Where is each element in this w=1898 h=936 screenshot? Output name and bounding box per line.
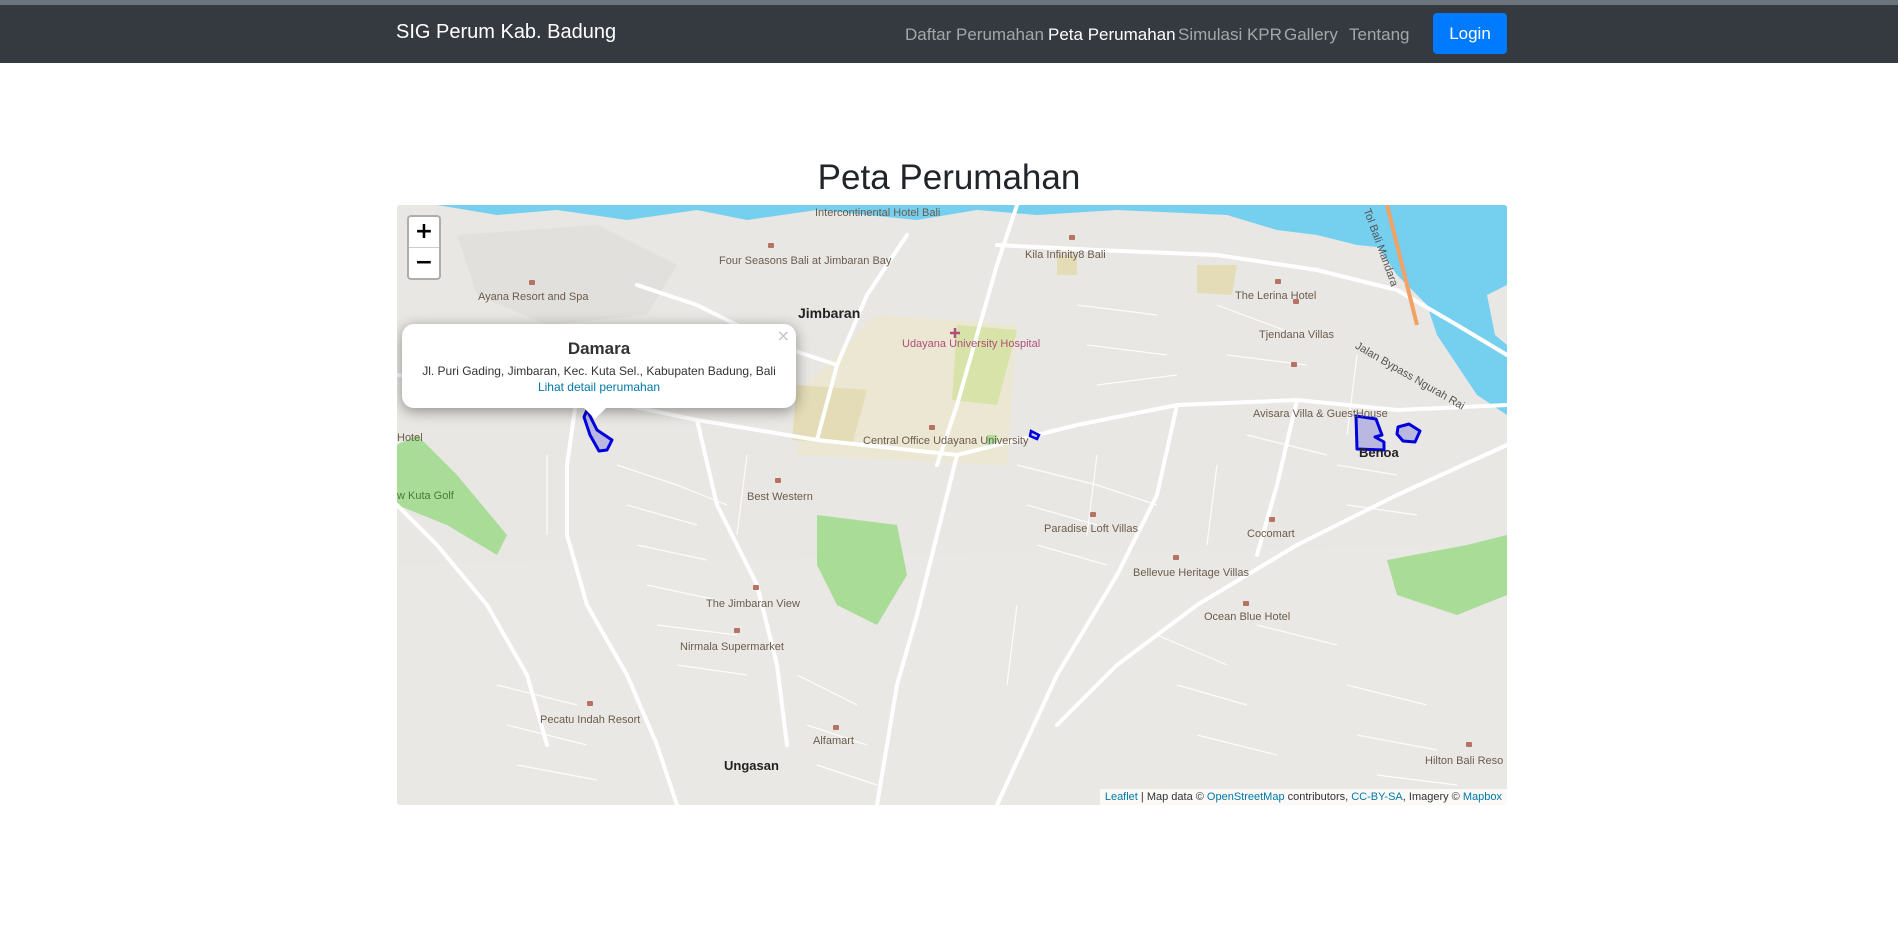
map-label: Paradise Loft Villas [1044,523,1138,535]
map-label: Best Western [747,491,813,503]
map-label: Hilton Bali Reso [1425,755,1504,767]
hotel-marker [768,243,774,248]
license-link[interactable]: CC-BY-SA [1351,791,1403,803]
zoom-out-button[interactable]: − [409,248,439,278]
map-label-park: w Kuta Golf [397,490,454,502]
hotel-marker [753,585,759,590]
map-label: Central Office Udayana University [863,435,1029,447]
hotel-marker [1466,742,1472,747]
map-label: The Lerina Hotel [1235,290,1317,302]
hotel-marker [1090,512,1096,517]
popup-tip [583,407,607,419]
shop-marker [1269,517,1275,522]
nav-tentang[interactable]: Tentang [1349,25,1410,45]
map-label: Kila Infinity8 Bali [1025,249,1106,261]
map-label: Bellevue Heritage Villas [1133,567,1249,579]
nav-gallery[interactable]: Gallery [1284,25,1338,45]
map-label: Alfamart [813,735,854,747]
map-label: Nirmala Supermarket [680,641,784,653]
map-label: Intercontinental Hotel Bali [815,207,941,219]
leaflet-link[interactable]: Leaflet [1105,791,1138,803]
nav-peta-perumahan[interactable]: Peta Perumahan [1048,25,1176,45]
attribution-text: contributors, [1284,791,1352,803]
map-popup: × Damara Jl. Puri Gading, Jimbaran, Kec.… [402,324,796,408]
hotel-marker [1243,601,1249,606]
map-label-hospital: Udayana University Hospital [902,338,1041,350]
popup-address: Jl. Puri Gading, Jimbaran, Kec. Kuta Sel… [422,364,776,378]
map-label-town: Benoa [1359,445,1399,460]
attribution-text: | Map data © [1137,791,1207,803]
navbar: SIG Perum Kab. Badung Daftar Perumahan P… [0,5,1898,63]
shop-marker [833,725,839,730]
hotel-marker [529,280,535,285]
hotel-marker [1275,279,1281,284]
popup-title: Damara [567,339,631,358]
zoom-control: + − [407,215,441,280]
map-label: Tjendana Villas [1259,329,1335,341]
map-label-town: Jimbaran [798,305,861,321]
map-label: Cocomart [1247,528,1295,540]
osm-link[interactable]: OpenStreetMap [1207,791,1285,803]
hotel-marker [1173,555,1179,560]
hotel-marker [587,701,593,706]
map-label: Pecatu Indah Resort [540,714,641,726]
login-button[interactable]: Login [1433,13,1507,54]
map-label: Ocean Blue Hotel [1204,611,1291,623]
nav-simulasi-kpr[interactable]: Simulasi KPR [1178,25,1282,45]
map-label: Hotel [397,432,423,444]
attribution-text: , Imagery © [1402,791,1463,803]
map-label: The Jimbaran View [706,598,800,610]
popup-detail-link[interactable]: Lihat detail perumahan [402,380,796,394]
map-label: Four Seasons Bali at Jimbaran Bay [719,255,892,267]
map-attribution: Leaflet | Map data © OpenStreetMap contr… [1099,789,1507,805]
hotel-marker [775,478,781,483]
hotel-marker [1291,362,1297,367]
zoom-in-button[interactable]: + [409,217,439,248]
shop-marker [734,628,740,633]
page-title: Peta Perumahan [817,158,1081,197]
brand-link[interactable]: SIG Perum Kab. Badung [396,21,616,44]
office-marker [929,425,935,430]
map-label: Ayana Resort and Spa [478,291,589,303]
mapbox-link[interactable]: Mapbox [1463,791,1502,803]
map-label: Avisara Villa & GuestHouse [1253,408,1388,420]
nav-daftar-perumahan[interactable]: Daftar Perumahan [905,25,1044,45]
hotel-marker [1069,235,1075,240]
map-container[interactable]: Intercontinental Hotel Bali Four Seasons… [397,205,1507,805]
map-label-town: Ungasan [724,758,779,773]
